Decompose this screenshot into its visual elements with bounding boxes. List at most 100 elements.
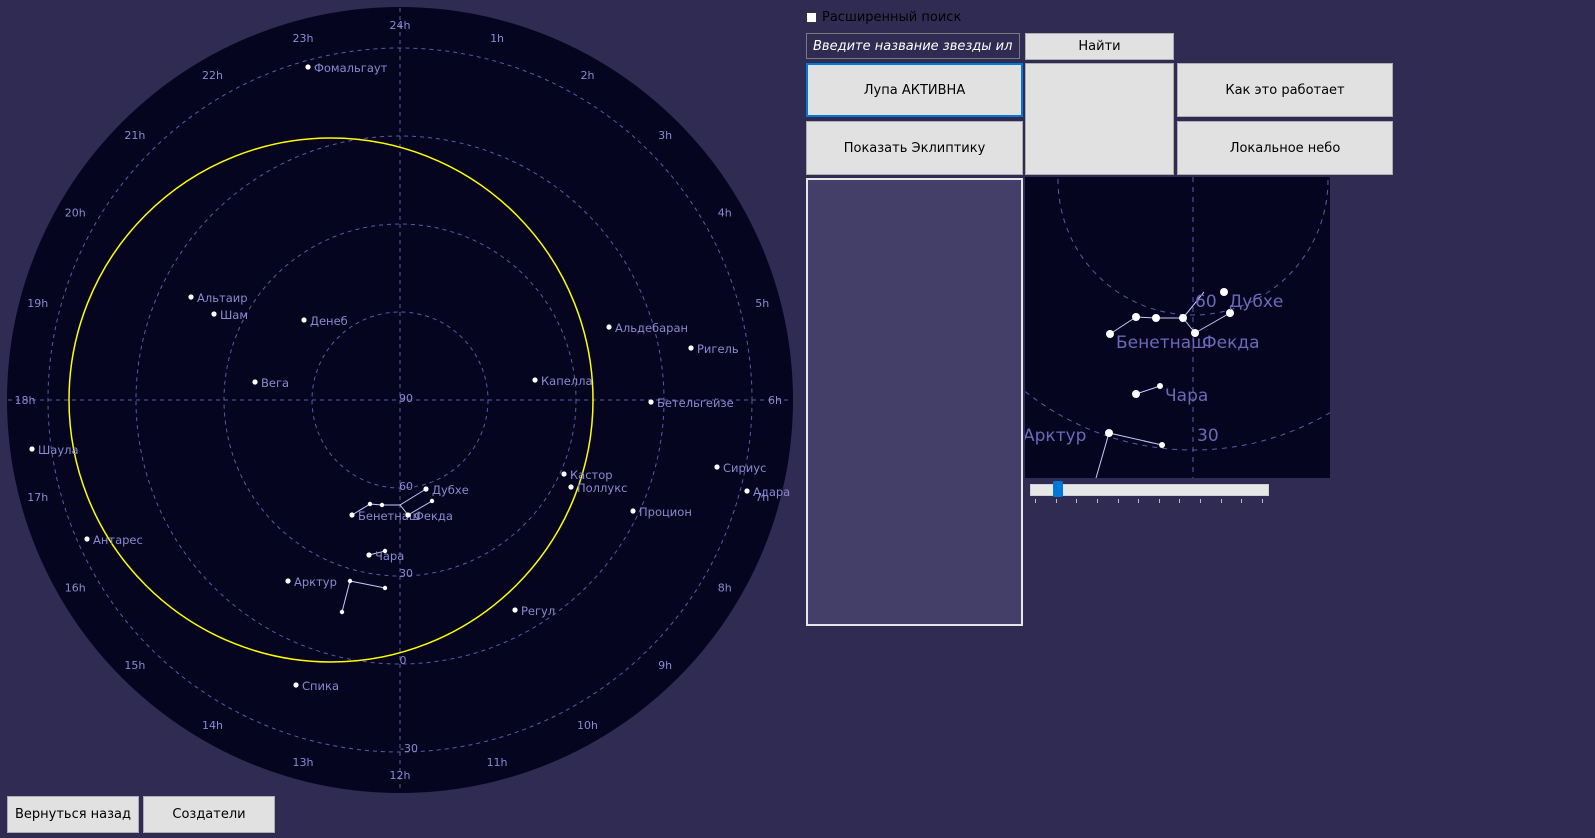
star-8[interactable]: Арктур bbox=[285, 575, 337, 589]
hour-label: 20h bbox=[65, 207, 86, 220]
star-7[interactable]: Антарес bbox=[84, 533, 143, 547]
star-label: Кастор bbox=[570, 468, 613, 482]
star-label: Фекда bbox=[414, 509, 453, 523]
star-label: Шаула bbox=[38, 443, 79, 457]
star-dot[interactable] bbox=[188, 294, 194, 300]
star-14[interactable]: Сириус bbox=[714, 461, 766, 475]
star-label: Процион bbox=[639, 505, 692, 519]
star-dot bbox=[339, 609, 345, 615]
star-12[interactable]: Капелла bbox=[532, 374, 593, 388]
dec-label: 0 bbox=[400, 654, 407, 667]
magnifier-button[interactable]: Лупа АКТИВНА bbox=[806, 63, 1023, 117]
zoom-label-benetnash: Бенетнаш bbox=[1116, 333, 1207, 353]
slider-tick bbox=[1035, 499, 1036, 503]
star-dot[interactable] bbox=[648, 399, 654, 405]
hour-label: 15h bbox=[124, 659, 145, 672]
star-dot[interactable] bbox=[630, 508, 636, 514]
star-dot[interactable] bbox=[84, 536, 90, 542]
star-dot[interactable] bbox=[252, 379, 258, 385]
star-dot[interactable] bbox=[512, 607, 518, 613]
star-label: Ригель bbox=[697, 342, 739, 356]
star-dot[interactable] bbox=[532, 377, 538, 383]
star-16[interactable]: Кастор bbox=[561, 468, 613, 482]
star-label: Арктур bbox=[294, 575, 337, 589]
hour-label: 22h bbox=[202, 69, 223, 82]
star-label: Вега bbox=[261, 376, 289, 390]
search-results-list[interactable] bbox=[806, 178, 1023, 626]
star-1[interactable]: Фомальгаут bbox=[305, 61, 388, 75]
star-label: Адара bbox=[753, 485, 790, 499]
star-dot[interactable] bbox=[688, 345, 694, 351]
find-button[interactable]: Найти bbox=[1025, 33, 1174, 60]
slider-tick bbox=[1179, 499, 1181, 503]
hour-label: 18h bbox=[15, 394, 36, 407]
star-map[interactable]: 24h1h2h3h4h5h6h7h8h9h10h11h12h13h14h15h1… bbox=[0, 0, 800, 800]
star-dot bbox=[429, 498, 435, 504]
magnifier-view: 60 Дубхе Бенетнаш Фекда Чара Арктур 30 bbox=[1025, 177, 1330, 478]
star-dot[interactable] bbox=[301, 317, 307, 323]
star-dot[interactable] bbox=[561, 471, 567, 477]
zoom-label-60: 60 bbox=[1195, 292, 1217, 312]
star-dot[interactable] bbox=[405, 512, 411, 518]
zoom-slider[interactable] bbox=[1030, 480, 1269, 504]
info-panel bbox=[1025, 63, 1174, 175]
star-13[interactable]: Бетельгейзе bbox=[648, 396, 734, 410]
star-dot[interactable] bbox=[744, 488, 750, 494]
hour-label: 19h bbox=[27, 297, 48, 310]
dec-label: -30 bbox=[400, 742, 418, 755]
star-dot bbox=[382, 585, 388, 591]
advanced-search-label: Расширенный поиск bbox=[822, 10, 962, 25]
star-10[interactable]: Альдебаран bbox=[606, 321, 688, 335]
checkbox-box[interactable] bbox=[806, 12, 817, 23]
star-label: Альтаир bbox=[197, 291, 248, 305]
star-dot[interactable] bbox=[568, 484, 574, 490]
star-17[interactable]: Поллукс bbox=[568, 481, 627, 495]
hour-label: 3h bbox=[658, 129, 672, 142]
slider-tick bbox=[1117, 499, 1119, 503]
hour-label: 6h bbox=[768, 394, 782, 407]
hour-label: 23h bbox=[292, 32, 313, 45]
hour-label: 11h bbox=[487, 756, 508, 769]
star-dot bbox=[379, 502, 385, 508]
zoom-label-arktur: Арктур bbox=[1025, 426, 1086, 446]
star-label: Шам bbox=[220, 308, 248, 322]
star-label: Антарес bbox=[93, 533, 143, 547]
local-sky-button[interactable]: Локальное небо bbox=[1177, 121, 1393, 175]
search-input[interactable] bbox=[806, 33, 1020, 59]
star-dot[interactable] bbox=[606, 324, 612, 330]
star-2[interactable]: Альтаир bbox=[188, 291, 248, 305]
slider-track[interactable] bbox=[1030, 484, 1269, 496]
star-dot[interactable] bbox=[305, 64, 311, 70]
slider-tick bbox=[1200, 499, 1202, 503]
slider-tick bbox=[1076, 499, 1078, 503]
star-dot[interactable] bbox=[285, 578, 291, 584]
back-button[interactable]: Вернуться назад bbox=[7, 796, 139, 833]
star-dot[interactable] bbox=[714, 464, 720, 470]
star-label: Спика bbox=[302, 679, 339, 693]
hour-label: 21h bbox=[124, 129, 145, 142]
creators-button[interactable]: Создатели bbox=[143, 796, 275, 833]
hour-label: 24h bbox=[390, 19, 411, 32]
zoom-label-chara: Чара bbox=[1165, 386, 1208, 406]
star-label: Регул bbox=[521, 604, 555, 618]
dec-label: 30 bbox=[399, 567, 413, 580]
star-dot[interactable] bbox=[29, 446, 35, 452]
slider-thumb[interactable] bbox=[1052, 481, 1063, 497]
advanced-search-checkbox[interactable]: Расширенный поиск bbox=[806, 10, 961, 25]
hour-label: 12h bbox=[390, 769, 411, 782]
star-dot[interactable] bbox=[293, 682, 299, 688]
star-dot[interactable] bbox=[423, 486, 429, 492]
slider-tick bbox=[1138, 499, 1140, 503]
star-dot[interactable] bbox=[349, 512, 355, 518]
hour-label: 13h bbox=[292, 756, 313, 769]
zoom-label-dubhe: Дубхе bbox=[1229, 292, 1283, 312]
dec-label: 90 bbox=[399, 392, 413, 405]
star-label: Поллукс bbox=[577, 481, 627, 495]
slider-tick bbox=[1055, 499, 1057, 503]
star-dot[interactable] bbox=[366, 552, 372, 558]
slider-tick bbox=[1220, 499, 1222, 503]
star-dot[interactable] bbox=[211, 311, 217, 317]
how-it-works-button[interactable]: Как это работает bbox=[1177, 63, 1393, 117]
show-ecliptic-button[interactable]: Показать Эклиптику bbox=[806, 121, 1023, 175]
star-18[interactable]: Процион bbox=[630, 505, 692, 519]
